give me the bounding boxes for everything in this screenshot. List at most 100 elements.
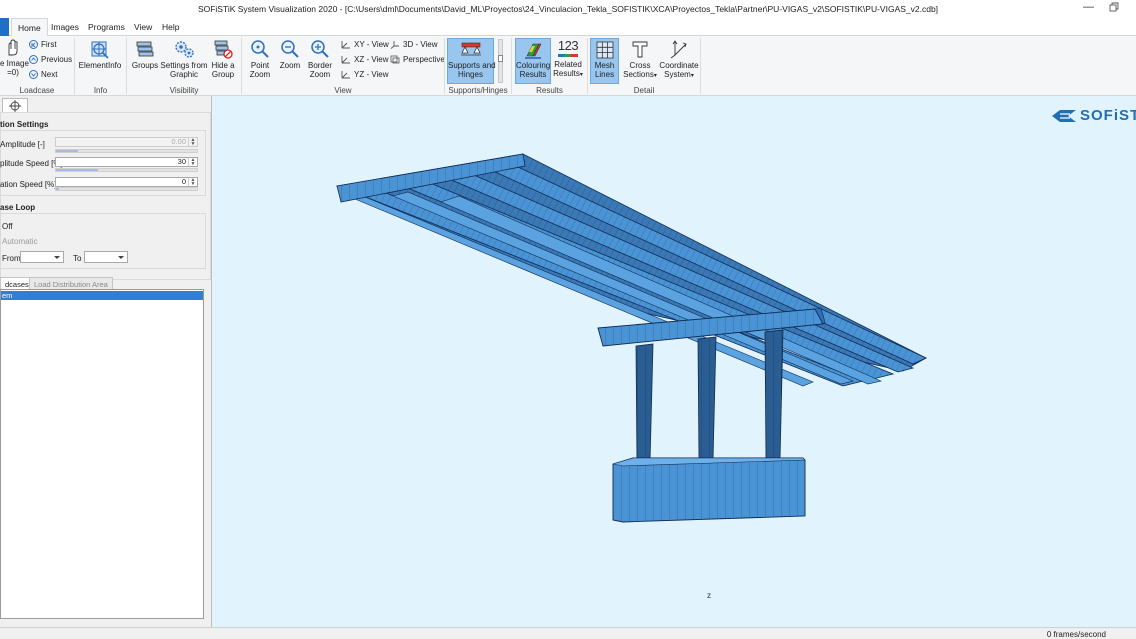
mesh-lines-button[interactable]: Mesh Lines <box>590 38 619 84</box>
status-bar: 0 frames/second <box>0 627 1136 639</box>
cross-sections-button[interactable]: Cross Sections▾ <box>622 39 658 81</box>
footing <box>612 457 806 523</box>
tab-help[interactable]: Help <box>162 22 179 32</box>
to-label: To <box>73 254 82 263</box>
from-select[interactable] <box>20 251 64 263</box>
supports-hinges-button[interactable]: Supports and Hinges <box>447 38 496 84</box>
slider-fill <box>56 150 78 152</box>
dropdown-caret-icon: ▾ <box>653 73 657 79</box>
yz-axes-icon <box>341 71 350 79</box>
next-icon <box>29 70 38 80</box>
amplitude-speed-slider[interactable] <box>55 168 198 172</box>
minimize-button[interactable]: — <box>1083 1 1094 13</box>
dropdown-caret-icon: ▾ <box>690 73 694 79</box>
first-button[interactable]: First <box>29 40 57 50</box>
amplitude-label: Amplitude [-] <box>0 140 45 149</box>
restore-icon[interactable] <box>1109 2 1119 12</box>
zoom-icon <box>281 40 299 58</box>
automatic-option[interactable]: Automatic <box>2 237 38 246</box>
tab-programs[interactable]: Programs <box>88 22 125 32</box>
groups-button[interactable]: Groups <box>131 39 159 70</box>
amplitude-input[interactable]: 0.00 ▲ ▼ <box>55 137 198 147</box>
related-results-button[interactable]: 123 Related Results▾ <box>553 39 583 80</box>
chevron-down-icon <box>54 256 60 259</box>
xy-axes-icon <box>341 41 350 49</box>
model-viewport[interactable]: SOFiST z <box>213 96 1136 627</box>
group-detail-label: Detail <box>633 86 655 95</box>
settings-from-graphic-button[interactable]: Settings from Graphic <box>160 39 208 79</box>
frame-rate-indicator: 0 frames/second <box>1046 630 1106 639</box>
off-option[interactable]: Off <box>2 222 13 231</box>
gears-icon <box>175 41 194 58</box>
animation-speed-input[interactable]: 0 ▲ ▼ <box>55 177 198 187</box>
ribbon-divider <box>700 38 701 94</box>
title-bar: SOFiSTiK System Visualization 2020 - [C:… <box>0 0 1136 18</box>
supports-slider[interactable] <box>498 39 503 83</box>
previous-button[interactable]: Previous <box>29 55 72 65</box>
spin-arrows-icon[interactable]: ▲ ▼ <box>188 158 197 167</box>
cross-section-icon <box>632 41 648 58</box>
crosshair-icon <box>9 100 21 112</box>
animation-settings-title: tion Settings <box>0 120 49 129</box>
yz-view-button[interactable]: YZ - View <box>341 70 389 79</box>
xy-view-button[interactable]: XY - View <box>341 40 389 49</box>
side-panel: tion Settings Amplitude [-] 0.00 ▲ ▼ plitu… <box>0 96 212 627</box>
amplitude-speed-input[interactable]: 30 ▲ ▼ <box>55 157 198 167</box>
group-loadcase-label: Loadcase <box>19 86 55 95</box>
bridge-model-3d <box>335 153 927 523</box>
next-button[interactable]: Next <box>29 70 57 80</box>
window-title: SOFiSTiK System Visualization 2020 - [C:… <box>197 4 939 14</box>
group-info-label: Info <box>93 86 108 95</box>
zoom-button[interactable]: Zoom <box>277 39 303 70</box>
perspective-icon <box>390 55 400 64</box>
hide-group-icon <box>214 40 233 59</box>
element-info-icon <box>91 41 109 59</box>
ribbon-tabs: Home Images Programs View Help <box>0 18 1136 37</box>
loadcase-loop-title: ase Loop <box>0 203 36 212</box>
coordinate-system-button[interactable]: Coordinate System▾ <box>659 39 699 81</box>
tab-images[interactable]: Images <box>51 22 79 32</box>
3d-view-button[interactable]: 3D - View <box>390 40 438 50</box>
loadcase-list[interactable]: em <box>0 289 204 619</box>
to-select[interactable] <box>84 251 128 263</box>
from-label: From <box>2 254 21 263</box>
list-item[interactable]: em <box>1 291 203 300</box>
border-zoom-button[interactable]: Border Zoom <box>306 39 334 79</box>
xz-axes-icon <box>341 56 350 64</box>
groups-icon <box>136 41 154 57</box>
animation-speed-slider[interactable] <box>55 187 198 191</box>
slider-fill <box>56 169 99 171</box>
hide-group-button[interactable]: Hide a Group <box>209 39 237 79</box>
bridge-deck <box>335 153 927 387</box>
animation-speed-label: ation Speed [%] <box>0 180 57 189</box>
file-tab[interactable] <box>0 18 9 36</box>
panel-tab-crosshair[interactable] <box>2 98 28 112</box>
xz-view-button[interactable]: XZ - View <box>341 55 389 64</box>
perspective-button[interactable]: Perspective <box>390 55 445 64</box>
image-button[interactable]: e Image =0) <box>0 39 29 77</box>
amplitude-speed-label: plitude Speed [%] <box>0 159 63 168</box>
dropdown-caret-icon: ▾ <box>579 72 583 78</box>
spin-arrows-icon[interactable]: ▲ ▼ <box>188 178 197 187</box>
previous-icon <box>29 55 38 65</box>
spin-arrows-icon[interactable]: ▲ ▼ <box>188 138 197 147</box>
colouring-icon <box>525 43 542 59</box>
group-visibility-label: Visibility <box>169 86 199 95</box>
tab-home[interactable]: Home <box>11 18 48 37</box>
colouring-results-button[interactable]: Colouring Results <box>515 38 551 84</box>
slider-fill <box>56 188 59 190</box>
hand-icon <box>8 39 18 56</box>
slider-thumb[interactable] <box>498 55 503 62</box>
point-zoom-icon <box>251 40 269 58</box>
first-icon <box>29 40 38 50</box>
tab-view[interactable]: View <box>134 22 152 32</box>
element-info-button[interactable]: ElementInfo <box>78 39 122 70</box>
ribbon: e Image =0) First Previous Next Loadcase… <box>0 36 1136 96</box>
point-zoom-button[interactable]: Point Zoom <box>246 39 274 79</box>
group-results-label: Results <box>536 86 563 95</box>
supports-icon <box>460 42 481 56</box>
amplitude-slider[interactable] <box>55 149 198 153</box>
coordinate-axes-icon <box>670 40 687 59</box>
tab-load-distribution-area[interactable]: Load Distribution Area <box>29 277 113 289</box>
related-results-color-strip <box>558 54 578 57</box>
